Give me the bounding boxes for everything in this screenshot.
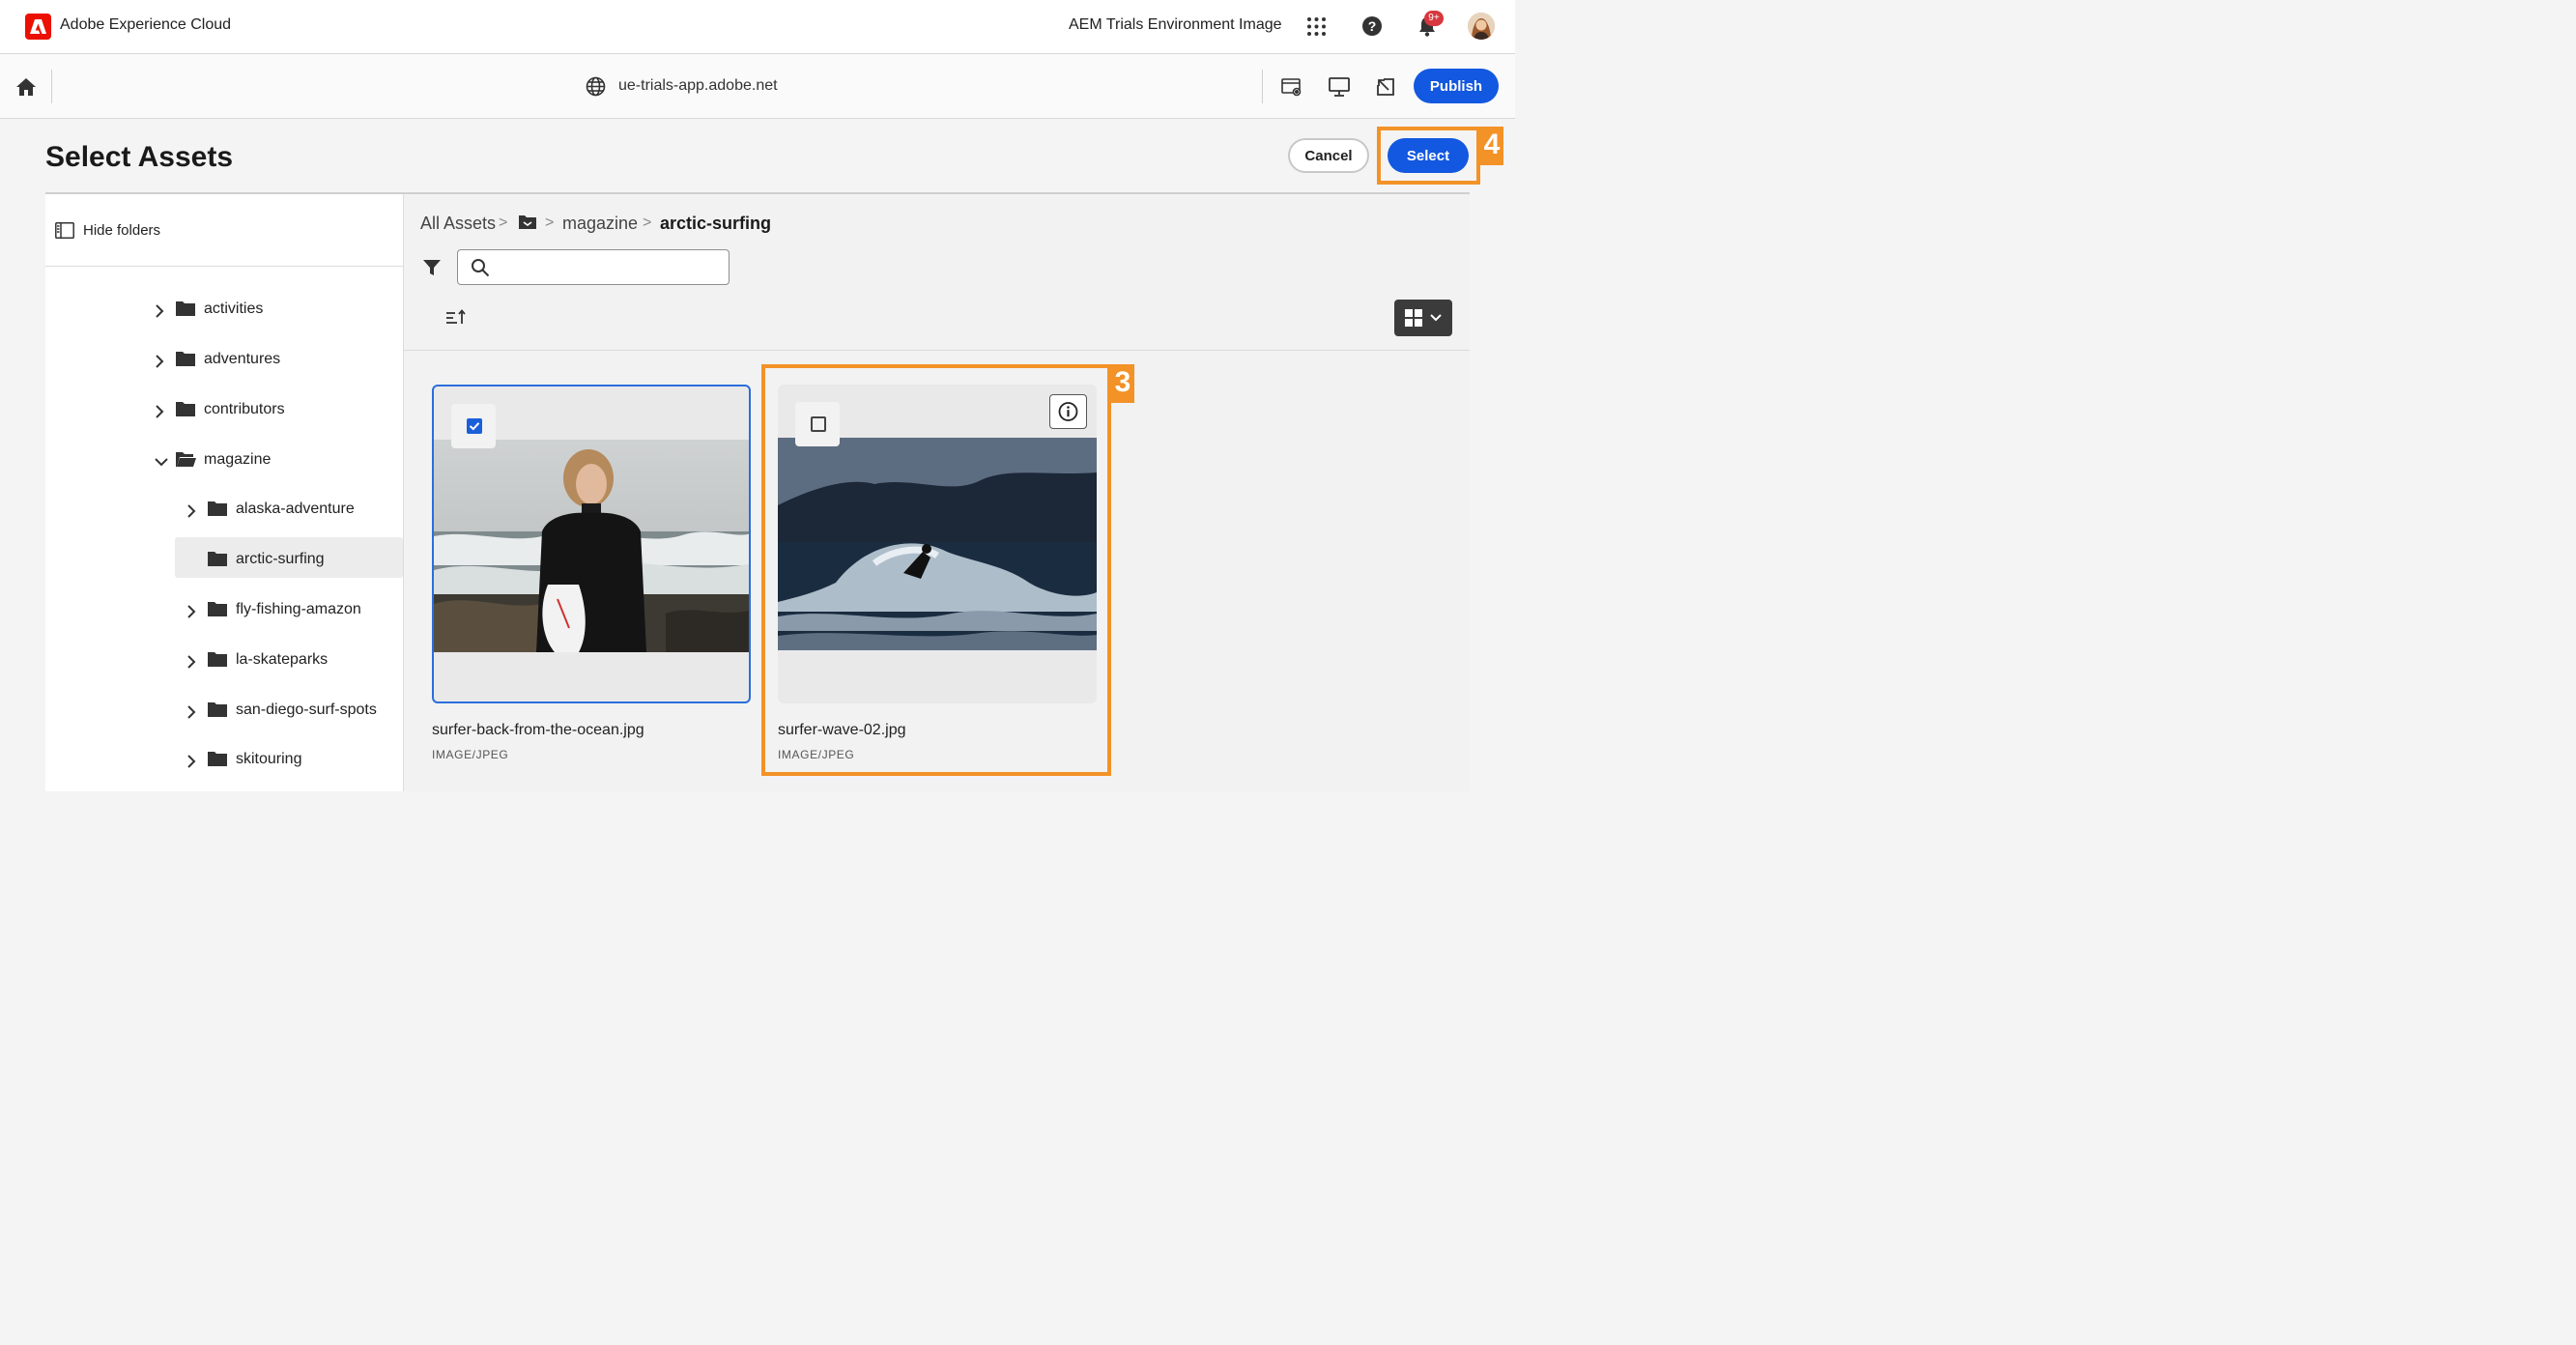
dialog-title: Select Assets bbox=[45, 141, 234, 173]
svg-text:?: ? bbox=[1368, 18, 1377, 34]
publish-button[interactable]: Publish bbox=[1414, 69, 1499, 103]
breadcrumb-separator: > bbox=[643, 215, 652, 231]
folder-icon bbox=[208, 602, 227, 616]
tree-item-label: la-skateparks bbox=[236, 651, 329, 668]
apps-grid-icon[interactable] bbox=[1306, 16, 1327, 37]
breadcrumb-separator: > bbox=[545, 215, 555, 231]
folder-icon bbox=[176, 352, 195, 366]
divider bbox=[51, 70, 52, 103]
filter-icon[interactable] bbox=[422, 258, 442, 277]
tree-item-label: skitouring bbox=[236, 751, 302, 767]
folder-icon bbox=[176, 402, 195, 416]
folder-icon bbox=[208, 752, 227, 766]
folder-icon bbox=[208, 501, 227, 516]
annotation-step-number: 3 bbox=[1111, 364, 1134, 403]
breadcrumb-current: arctic-surfing bbox=[660, 214, 772, 233]
breadcrumb-separator: > bbox=[499, 215, 508, 231]
notification-badge: 9+ bbox=[1424, 11, 1444, 26]
annotation-step-number: 4 bbox=[1480, 127, 1503, 165]
tree-item-label: magazine bbox=[204, 451, 272, 468]
hide-folders-icon[interactable] bbox=[55, 222, 74, 239]
tree-item-label: adventures bbox=[204, 351, 281, 367]
asset-type: IMAGE/JPEG bbox=[432, 748, 509, 761]
breadcrumb-magazine[interactable]: magazine bbox=[562, 214, 638, 234]
asset-thumbnail-surfer-portrait bbox=[434, 440, 749, 652]
help-icon[interactable]: ? bbox=[1361, 15, 1383, 37]
environment-name[interactable]: AEM Trials Environment Image bbox=[1069, 16, 1282, 34]
view-switcher-button[interactable] bbox=[1394, 300, 1452, 336]
tree-item-label: san-diego-surf-spots bbox=[236, 701, 377, 718]
asset-name: surfer-back-from-the-ocean.jpg bbox=[432, 722, 644, 738]
tree-item-label: contributors bbox=[204, 401, 285, 417]
avatar[interactable] bbox=[1468, 13, 1495, 40]
globe-icon bbox=[586, 76, 606, 97]
sort-icon[interactable] bbox=[445, 307, 467, 327]
asset-card[interactable] bbox=[432, 385, 751, 703]
folder-open-icon bbox=[176, 452, 196, 467]
breadcrumb-all-assets[interactable]: All Assets bbox=[420, 214, 496, 234]
adobe-logo[interactable] bbox=[25, 14, 51, 40]
preview-icon[interactable] bbox=[1329, 76, 1350, 98]
home-icon[interactable] bbox=[15, 77, 37, 97]
tree-item-label: activities bbox=[204, 300, 264, 317]
folder-dropdown-icon[interactable] bbox=[518, 215, 537, 230]
checkmark-icon bbox=[467, 418, 482, 434]
asset-checkbox[interactable] bbox=[451, 404, 496, 448]
divider bbox=[404, 350, 1470, 351]
folder-icon bbox=[176, 301, 195, 316]
open-external-icon[interactable] bbox=[1375, 76, 1396, 98]
folder-icon bbox=[208, 702, 227, 717]
app-title: Adobe Experience Cloud bbox=[60, 16, 232, 33]
folder-icon bbox=[208, 652, 227, 667]
divider bbox=[1262, 70, 1263, 103]
annotation-highlight-card bbox=[761, 364, 1111, 776]
page-properties-icon[interactable] bbox=[1281, 76, 1302, 98]
tree-item-label: alaska-adventure bbox=[236, 501, 355, 517]
annotation-highlight-select bbox=[1377, 127, 1480, 185]
divider bbox=[45, 266, 403, 267]
search-input[interactable] bbox=[498, 254, 724, 282]
hide-folders-button[interactable]: Hide folders bbox=[83, 222, 160, 239]
tree-item-label: arctic-surfing bbox=[236, 551, 325, 567]
cancel-button[interactable]: Cancel bbox=[1288, 138, 1369, 173]
folder-icon bbox=[208, 552, 227, 566]
tree-item-label: fly-fishing-amazon bbox=[236, 601, 361, 617]
page-url[interactable]: ue-trials-app.adobe.net bbox=[618, 77, 778, 95]
search-icon bbox=[471, 258, 490, 277]
